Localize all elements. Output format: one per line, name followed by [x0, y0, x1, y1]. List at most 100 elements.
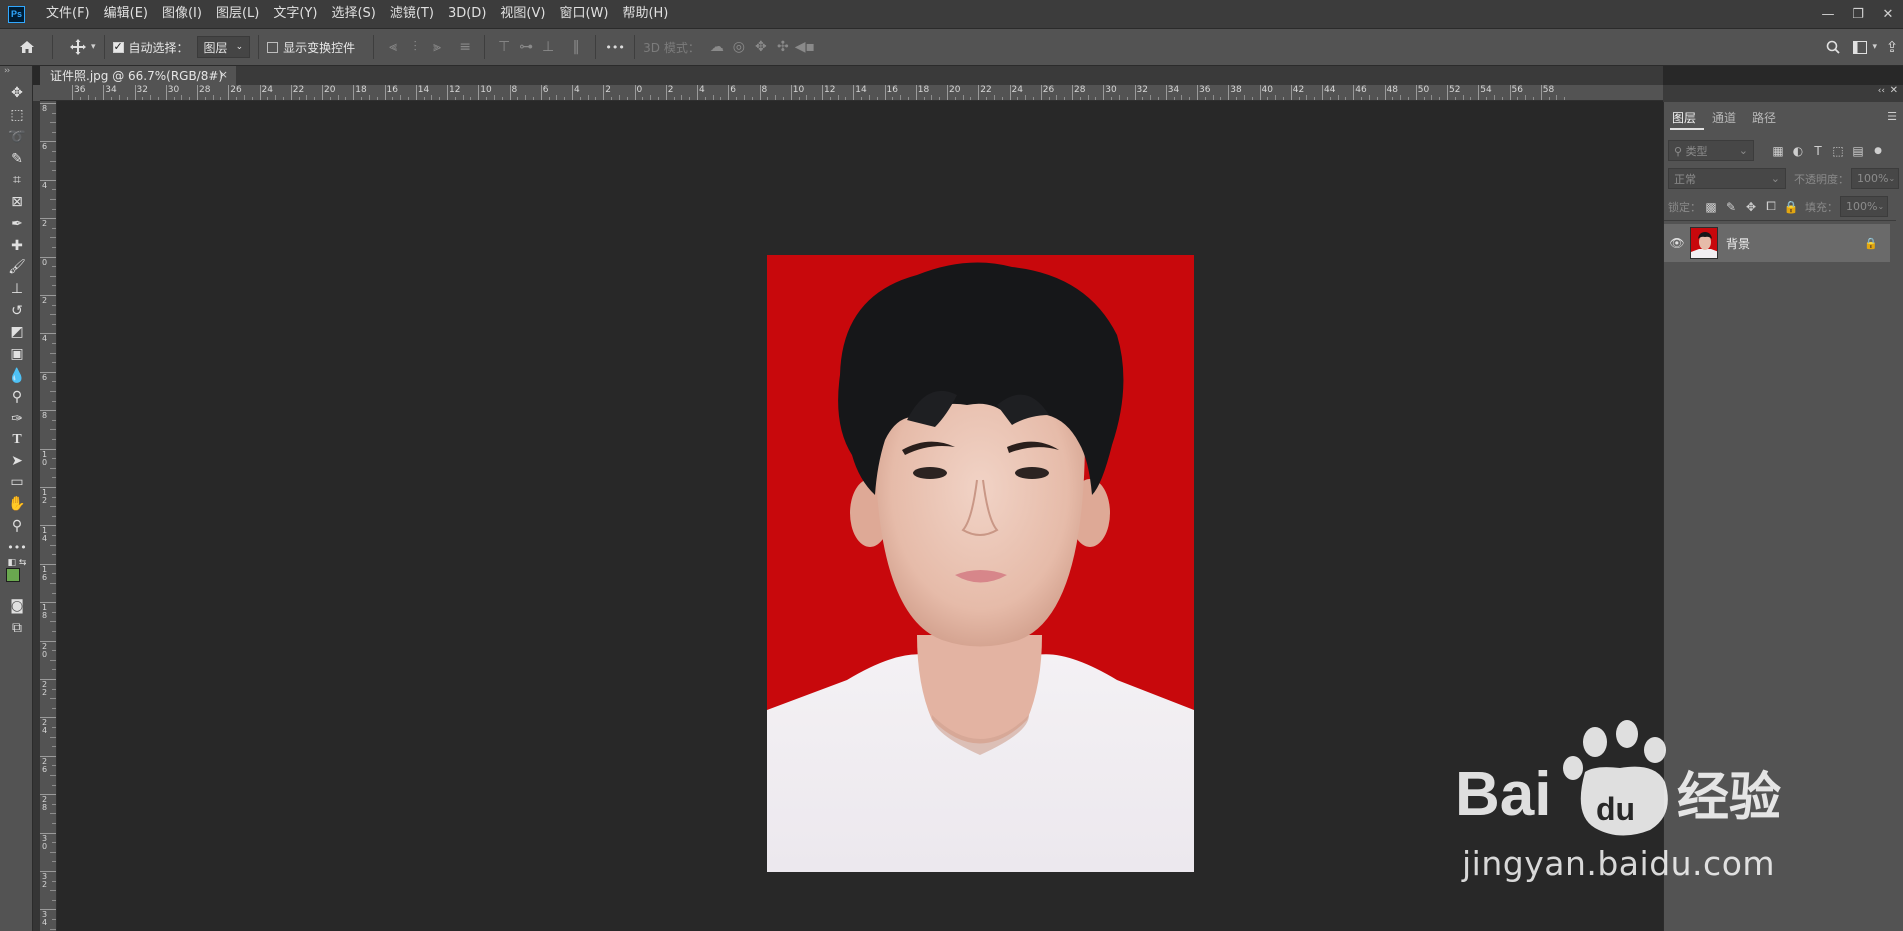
- menu-item-10[interactable]: 帮助(H): [615, 0, 675, 28]
- show-transform-checkbox[interactable]: [267, 41, 279, 53]
- document-tab[interactable]: 证件照.jpg @ 66.7%(RGB/8#) ×: [40, 66, 236, 85]
- filter-toggle-icon[interactable]: ●: [1868, 146, 1888, 156]
- lock-all-icon[interactable]: 🔒: [1781, 200, 1801, 214]
- move-tool-icon[interactable]: ✥: [5, 83, 29, 103]
- ruler-minor-tick: [1298, 97, 1300, 100]
- menu-item-8[interactable]: 视图(V): [493, 0, 552, 28]
- dodge-tool-icon[interactable]: ⚲: [5, 387, 29, 407]
- layer-filter-dropdown[interactable]: ⚲ 类型 ⌄: [1668, 140, 1754, 161]
- foreground-color-swatch[interactable]: [6, 568, 20, 582]
- tab-paths[interactable]: 路径: [1744, 108, 1784, 128]
- fill-input[interactable]: 100% ⌄: [1840, 196, 1888, 217]
- path-select-tool-icon[interactable]: ➤: [5, 451, 29, 471]
- canvas-area[interactable]: [58, 102, 1663, 931]
- align-hcenter-icon[interactable]: ⫶: [404, 36, 426, 58]
- photoshop-logo[interactable]: Ps: [8, 5, 25, 23]
- frame-tool-icon[interactable]: ⊠: [5, 192, 29, 212]
- lock-transparent-icon[interactable]: ▩: [1701, 200, 1721, 214]
- lock-position-icon[interactable]: ✥: [1741, 200, 1761, 214]
- rectangle-tool-icon[interactable]: ▭: [5, 472, 29, 492]
- 3d-scale-icon[interactable]: ◀▪: [794, 36, 816, 58]
- close-tab-icon[interactable]: ×: [219, 68, 228, 81]
- lock-image-icon[interactable]: ✎: [1721, 200, 1741, 214]
- menu-item-3[interactable]: 图层(L): [209, 0, 266, 28]
- align-left-icon[interactable]: ⫷: [382, 36, 404, 58]
- ruler-minor-tick: [423, 97, 425, 100]
- chevron-down-icon[interactable]: ▾: [91, 42, 96, 52]
- minimize-button[interactable]: —: [1813, 0, 1843, 28]
- menu-item-6[interactable]: 滤镜(T): [383, 0, 441, 28]
- menu-item-9[interactable]: 窗口(W): [552, 0, 615, 28]
- collapse-toolbar-icon[interactable]: ››: [4, 66, 10, 76]
- gradient-tool-icon[interactable]: ▣: [5, 344, 29, 364]
- move-tool-icon[interactable]: [67, 36, 89, 58]
- zoom-tool-icon[interactable]: ⚲: [5, 516, 29, 536]
- 3d-slide-icon[interactable]: ✣: [772, 36, 794, 58]
- align-bottom-icon[interactable]: ⊥: [537, 36, 559, 58]
- restore-button[interactable]: ❐: [1843, 0, 1873, 28]
- lock-artboard-icon[interactable]: ⧠: [1761, 199, 1781, 214]
- share-icon[interactable]: ⇪: [1881, 36, 1903, 58]
- more-options-icon[interactable]: •••: [604, 36, 626, 58]
- type-tool-icon[interactable]: T: [5, 430, 29, 450]
- crop-tool-icon[interactable]: ⌗: [5, 170, 29, 190]
- distribute-vertical-icon[interactable]: ≡: [454, 36, 476, 58]
- history-brush-tool-icon[interactable]: ↺: [5, 301, 29, 321]
- lasso-tool-icon[interactable]: ➰: [5, 127, 29, 147]
- menu-item-5[interactable]: 选择(S): [324, 0, 382, 28]
- close-panel-icon[interactable]: ✕: [1890, 85, 1898, 96]
- 3d-orbit-icon[interactable]: ☁: [706, 36, 728, 58]
- chevron-down-icon[interactable]: ▾: [1872, 42, 1877, 52]
- quick-select-tool-icon[interactable]: ✎: [5, 149, 29, 169]
- pen-tool-icon[interactable]: ✑: [5, 409, 29, 429]
- ruler-minor-tick: [1001, 97, 1003, 100]
- blur-tool-icon[interactable]: 💧: [5, 366, 29, 386]
- filter-shape-icon[interactable]: ⬚: [1828, 144, 1848, 158]
- blend-mode-dropdown[interactable]: 正常 ⌄: [1668, 168, 1786, 189]
- distribute-horizontal-icon[interactable]: ‖: [565, 36, 587, 58]
- screen-mode-icon[interactable]: ⧉: [5, 618, 29, 638]
- id-photo[interactable]: [767, 255, 1194, 872]
- ruler-minor-tick: [861, 97, 863, 100]
- close-window-button[interactable]: ✕: [1873, 0, 1903, 28]
- ruler-label: 26: [42, 756, 48, 774]
- tab-layers[interactable]: 图层: [1664, 108, 1704, 128]
- filter-smart-object-icon[interactable]: ▤: [1848, 144, 1868, 158]
- menu-item-0[interactable]: 文件(F): [39, 0, 97, 28]
- hand-tool-icon[interactable]: ✋: [5, 494, 29, 514]
- ruler-tick: [1540, 85, 1542, 100]
- home-icon[interactable]: [16, 36, 38, 58]
- auto-select-target-dropdown[interactable]: 图层 ⌄: [196, 36, 251, 58]
- 3d-pan-icon[interactable]: ✥: [750, 36, 772, 58]
- layer-row[interactable]: 👁 背景 🔒: [1664, 224, 1890, 262]
- eraser-tool-icon[interactable]: ◩: [5, 322, 29, 342]
- ruler-minor-tick: [1251, 97, 1253, 100]
- filter-type-icon[interactable]: T: [1808, 144, 1828, 158]
- brush-tool-icon[interactable]: 🖌: [5, 257, 29, 277]
- tab-channels[interactable]: 通道: [1704, 108, 1744, 128]
- lock-icon[interactable]: 🔒: [1864, 237, 1878, 250]
- workspace-icon[interactable]: [1850, 36, 1872, 58]
- eyedropper-tool-icon[interactable]: ✒: [5, 214, 29, 234]
- quick-mask-icon[interactable]: ◙: [5, 596, 29, 616]
- menu-item-1[interactable]: 编辑(E): [97, 0, 155, 28]
- align-vcenter-icon[interactable]: ⊶: [515, 36, 537, 58]
- opacity-input[interactable]: 100% ⌄: [1851, 168, 1899, 189]
- ruler-minor-tick: [1181, 95, 1183, 100]
- filter-pixel-icon[interactable]: ▦: [1768, 144, 1788, 158]
- clone-stamp-tool-icon[interactable]: ⊥: [5, 279, 29, 299]
- menu-item-7[interactable]: 3D(D): [441, 0, 493, 28]
- auto-select-checkbox[interactable]: [112, 40, 124, 53]
- panel-menu-icon[interactable]: ☰: [1887, 110, 1897, 123]
- menu-item-4[interactable]: 文字(Y): [266, 0, 324, 28]
- collapse-panel-icon[interactable]: ‹‹: [1878, 86, 1885, 96]
- filter-adjustment-icon[interactable]: ◐: [1788, 144, 1808, 158]
- eye-icon[interactable]: 👁: [1664, 236, 1690, 250]
- 3d-roll-icon[interactable]: ◎: [728, 36, 750, 58]
- search-icon[interactable]: [1822, 36, 1844, 58]
- healing-brush-tool-icon[interactable]: ✚: [5, 236, 29, 256]
- align-top-icon[interactable]: ⊤: [493, 36, 515, 58]
- marquee-tool-icon[interactable]: ⬚: [5, 105, 29, 125]
- align-right-icon[interactable]: ⫸: [426, 36, 448, 58]
- menu-item-2[interactable]: 图像(I): [155, 0, 209, 28]
